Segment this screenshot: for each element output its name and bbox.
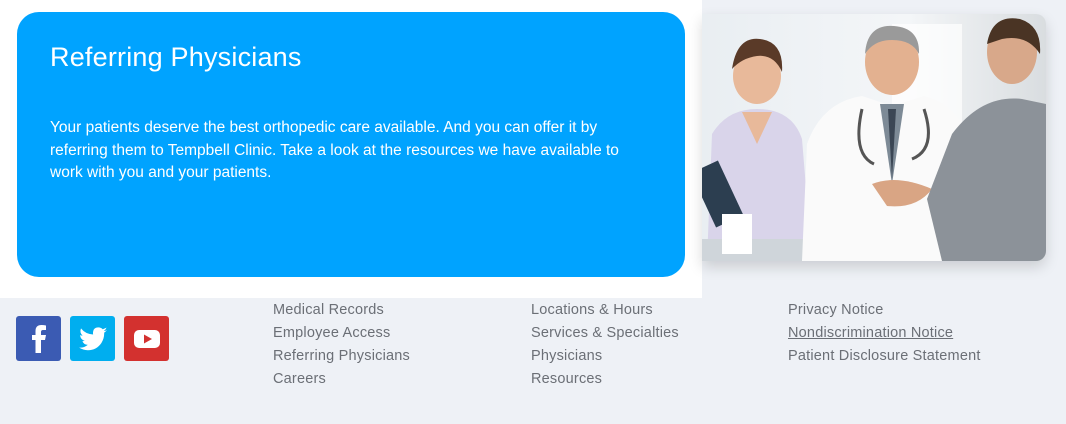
footer-link-referring-physicians[interactable]: Referring Physicians: [273, 345, 410, 368]
twitter-button[interactable]: [70, 316, 115, 361]
footer-link-employee-access[interactable]: Employee Access: [273, 322, 410, 345]
footer-links-column-3: Privacy Notice Nondiscrimination Notice …: [788, 299, 981, 368]
footer-link-resources[interactable]: Resources: [531, 368, 679, 391]
footer-link-careers[interactable]: Careers: [273, 368, 410, 391]
social-links: [16, 316, 169, 361]
footer-link-patient-disclosure[interactable]: Patient Disclosure Statement: [788, 345, 981, 368]
referring-physicians-card: Referring Physicians Your patients deser…: [17, 12, 685, 277]
footer-link-physicians[interactable]: Physicians: [531, 345, 679, 368]
promo-title: Referring Physicians: [50, 42, 302, 72]
footer-links-column-2: Locations & Hours Services & Specialties…: [531, 299, 679, 391]
footer-links-column-1: Medical Records Employee Access Referrin…: [273, 299, 410, 391]
facebook-icon: [31, 324, 46, 353]
youtube-button[interactable]: [124, 316, 169, 361]
twitter-icon: [78, 326, 107, 350]
footer-link-services-specialties[interactable]: Services & Specialties: [531, 322, 679, 345]
footer-link-medical-records[interactable]: Medical Records: [273, 299, 410, 322]
footer-link-nondiscrimination-notice[interactable]: Nondiscrimination Notice: [788, 322, 981, 345]
doctors-handshake-photo: [702, 14, 1046, 261]
youtube-icon: [133, 329, 160, 348]
footer-link-privacy-notice[interactable]: Privacy Notice: [788, 299, 981, 322]
facebook-button[interactable]: [16, 316, 61, 361]
promo-description: Your patients deserve the best orthopedi…: [50, 119, 619, 181]
footer-link-locations-hours[interactable]: Locations & Hours: [531, 299, 679, 322]
